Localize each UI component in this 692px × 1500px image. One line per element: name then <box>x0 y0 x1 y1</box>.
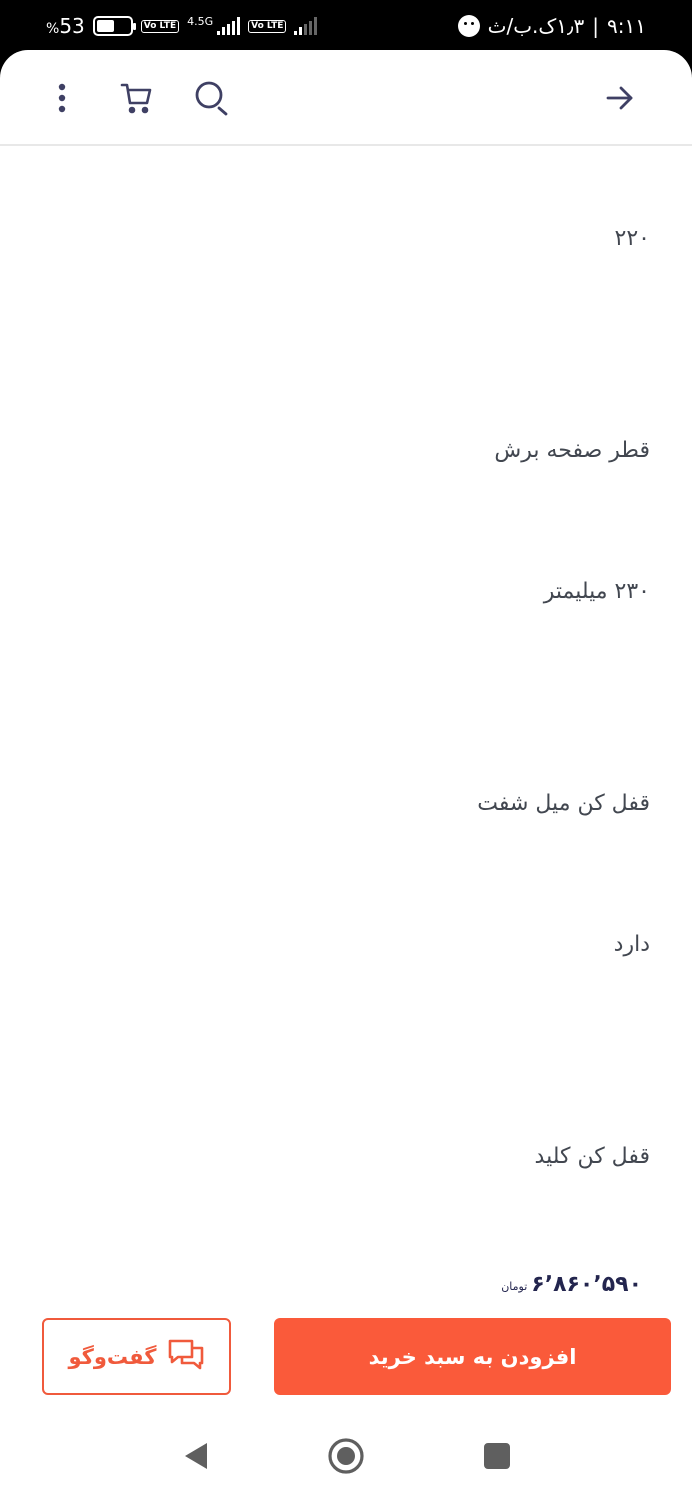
network-type: 4.5G <box>187 14 214 28</box>
status-left-group: %53 Vo LTE 4.5G Vo LTE <box>46 14 318 38</box>
add-to-cart-button[interactable]: افزودن به سبد خرید <box>274 1318 671 1395</box>
price-amount: ۶٬۸۶۰٬۵۹۰ <box>531 1272 642 1297</box>
volte-icon-2: Vo LTE <box>248 19 287 33</box>
spec-value: ۲۳۰ میلیمتر <box>543 579 650 604</box>
volte-icon: Vo LTE <box>140 19 180 33</box>
price-currency: تومان <box>501 1280 528 1293</box>
spec-value: دارد <box>613 932 650 957</box>
face-icon <box>457 15 480 37</box>
signal-icon <box>217 17 241 35</box>
chat-button-label: گفت‌وگو <box>68 1344 157 1369</box>
chat-button[interactable]: گفت‌وگو <box>42 1318 231 1395</box>
arrow-right-icon[interactable] <box>598 76 642 120</box>
more-vertical-icon[interactable] <box>40 76 84 120</box>
data-speed: ۱٫۳ک.ب/ث <box>487 14 585 38</box>
circle-home-icon[interactable] <box>326 1436 366 1476</box>
navigation-bar <box>0 1408 692 1500</box>
app-panel: ۲۲۰ قطر صفحه برش ۲۳۰ میلیمتر قفل کن میل … <box>0 50 692 1500</box>
spec-value: ۲۲۰ <box>614 226 650 251</box>
cart-icon[interactable] <box>115 76 159 120</box>
spec-title: قفل کن کلید <box>534 1144 650 1169</box>
add-to-cart-label: افزودن به سبد خرید <box>368 1344 577 1369</box>
battery-fill <box>96 20 114 32</box>
status-right-group: ۹:۱۱ | ۱٫۳ک.ب/ث <box>457 14 646 38</box>
battery-percent: %53 <box>46 14 85 38</box>
spec-title: قفل کن میل شفت <box>477 791 650 816</box>
product-price: ۶٬۸۶۰٬۵۹۰ تومان <box>501 1272 642 1297</box>
search-icon[interactable] <box>190 76 234 120</box>
signal-icon-2 <box>294 17 318 35</box>
square-recents-icon[interactable] <box>477 1436 517 1476</box>
toolbar <box>0 50 692 146</box>
spec-title: قطر صفحه برش <box>494 438 650 463</box>
status-separator: | <box>592 14 600 38</box>
triangle-back-icon[interactable] <box>175 1436 215 1476</box>
battery-icon <box>92 16 136 36</box>
chat-icon <box>167 1338 205 1375</box>
clock: ۹:۱۱ <box>607 14 646 38</box>
